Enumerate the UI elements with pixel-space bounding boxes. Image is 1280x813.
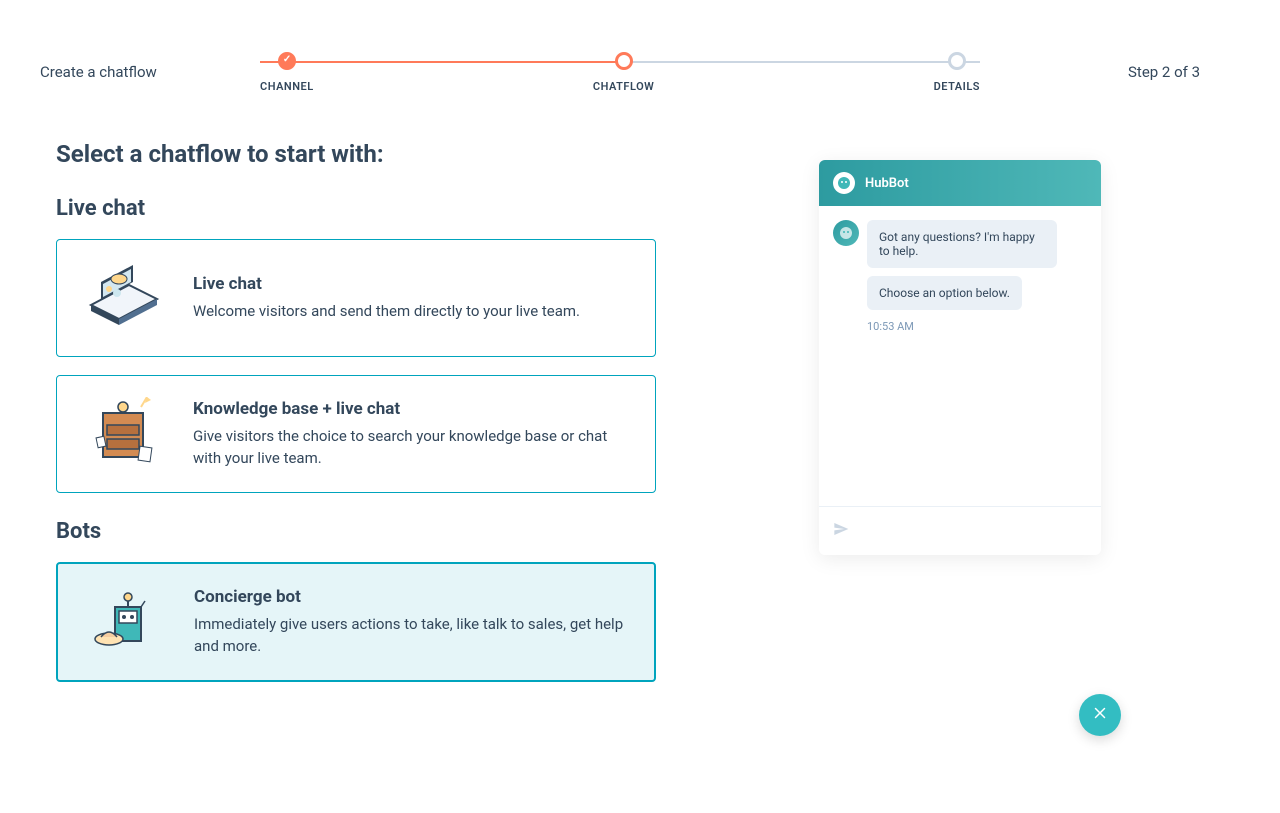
step-dot-idle	[948, 52, 966, 70]
section-title-live-chat: Live chat	[56, 196, 656, 221]
card-title: Live chat	[193, 274, 631, 294]
card-concierge-bot[interactable]: Concierge bot Immediately give users act…	[56, 562, 656, 682]
bot-name: HubBot	[865, 176, 909, 191]
card-live-chat[interactable]: Live chat Welcome visitors and send them…	[56, 239, 656, 357]
close-icon	[1091, 704, 1109, 726]
step-channel[interactable]: CHANNEL	[260, 52, 314, 93]
step-counter: Step 2 of 3	[980, 63, 1200, 81]
card-desc: Give visitors the choice to search your …	[193, 425, 631, 470]
bot-avatar-icon	[833, 172, 855, 194]
card-title: Concierge bot	[194, 587, 630, 607]
chat-message: Choose an option below.	[867, 276, 1022, 310]
chat-message: Got any questions? I'm happy to help.	[867, 220, 1057, 268]
concierge-robot-icon	[82, 586, 170, 658]
step-dot-active	[615, 52, 633, 70]
step-chatflow[interactable]: CHATFLOW	[593, 52, 654, 93]
stepper: CHANNEL CHATFLOW DETAILS	[260, 52, 980, 93]
page-title: Select a chatflow to start with:	[56, 140, 656, 168]
wizard-header: Create a chatflow CHANNEL CHATFLOW DETAI…	[0, 0, 1280, 120]
options-column: Select a chatflow to start with: Live ch…	[56, 120, 656, 700]
bot-avatar-icon	[833, 220, 859, 246]
step-dot-done	[278, 52, 296, 70]
card-desc: Welcome visitors and send them directly …	[193, 300, 631, 323]
send-icon	[833, 521, 849, 541]
chat-input-footer[interactable]	[819, 506, 1101, 555]
card-desc: Immediately give users actions to take, …	[194, 613, 630, 658]
laptop-chat-icon	[81, 262, 169, 334]
chat-preview: HubBot Got any questions? I'm happy to h…	[819, 160, 1101, 700]
page-subtitle: Create a chatflow	[40, 63, 260, 81]
close-chat-button[interactable]	[1079, 694, 1121, 736]
step-details[interactable]: DETAILS	[934, 52, 980, 93]
card-kb-live-chat[interactable]: Knowledge base + live chat Give visitors…	[56, 375, 656, 493]
chat-timestamp: 10:53 AM	[867, 320, 1087, 333]
chat-body: Got any questions? I'm happy to help. Ch…	[819, 206, 1101, 506]
card-title: Knowledge base + live chat	[193, 399, 631, 419]
chat-header: HubBot	[819, 160, 1101, 206]
knowledge-base-drawer-icon	[81, 398, 169, 470]
section-title-bots: Bots	[56, 519, 656, 544]
